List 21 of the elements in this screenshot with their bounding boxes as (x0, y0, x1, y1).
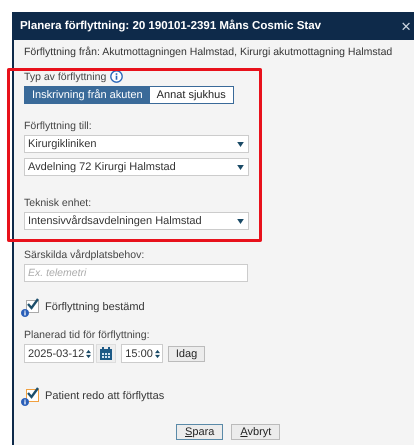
transfer-from-text: Förflyttning från: Akutmottagningen Halmstad, Kirurgi akutmottagning Halmstad (24, 46, 392, 58)
field-label: Särskilda vårdplatsbehov: (24, 249, 144, 261)
dropdown-field[interactable]: Avdelning 72 Kirurgi Halmstad (24, 158, 249, 176)
dropdown-field[interactable]: Intensivvårdsavdelningen Halmstad (24, 212, 249, 230)
segment-tab[interactable]: Annat sjukhus (150, 87, 233, 103)
checkbox-label: Patient redo att förflyttas (45, 390, 164, 402)
field-label: Typ av förflyttning (24, 70, 106, 82)
dialog-button[interactable]: Avbryt (231, 424, 280, 440)
date-field[interactable]: 2025-03-12 (24, 344, 94, 363)
input-field[interactable]: Ex. telemetri (24, 264, 248, 282)
field-label: Förflyttning till: (24, 120, 92, 132)
dropdown-field[interactable]: Kirurgikliniken (24, 135, 249, 153)
today-button[interactable]: Idag (168, 346, 206, 362)
window-title: Planera förflyttning: 20 190101-2391 Måns Cosmic Stav (20, 20, 322, 32)
field-label: Teknisk enhet: (24, 197, 92, 209)
segment-tab[interactable]: Inskrivning från akuten (25, 87, 150, 103)
time-field[interactable]: 15:00 (121, 344, 163, 363)
close-button[interactable]: × (401, 18, 411, 34)
field-label: Planerad tid för förflyttning: (24, 329, 150, 341)
checkbox-label: Förflyttning bestämd (45, 300, 145, 312)
dialog-button[interactable]: Spara (176, 424, 224, 440)
